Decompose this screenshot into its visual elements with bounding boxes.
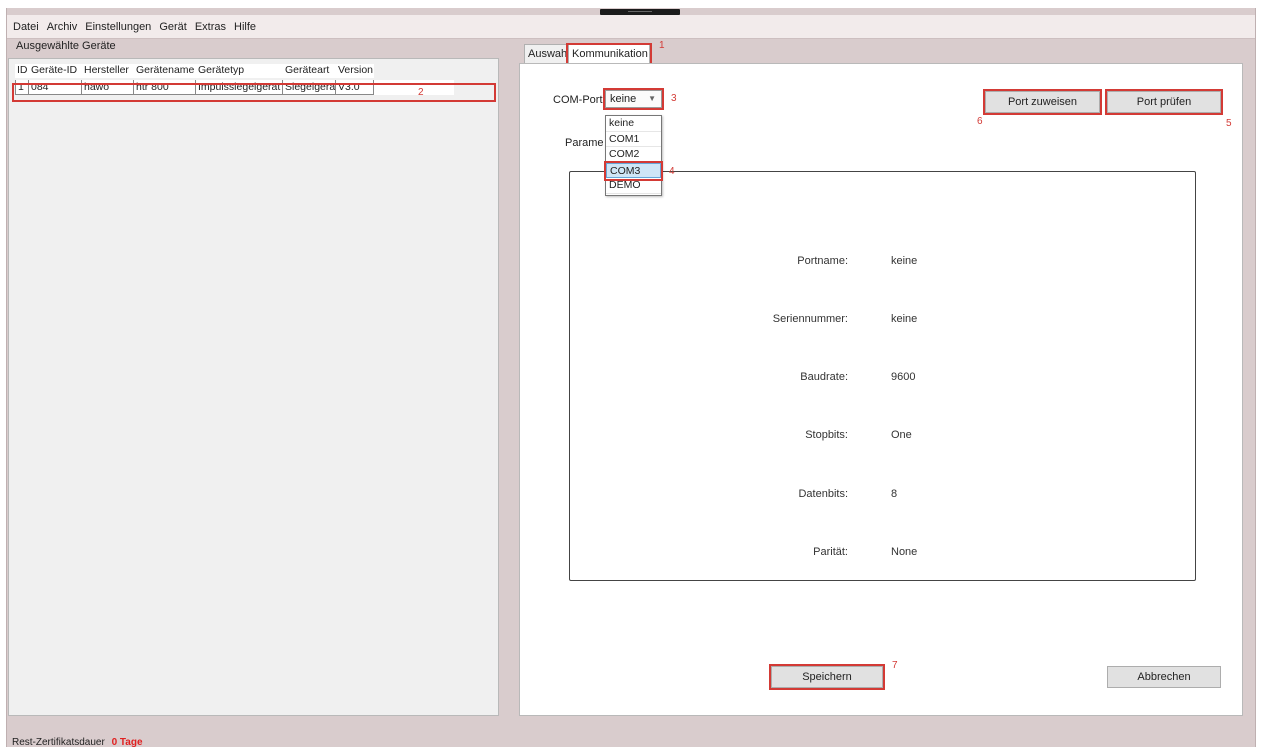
param-row: Parität: None — [570, 546, 1195, 562]
com-port-label: COM-Port — [553, 94, 603, 106]
dropdown-option-com2[interactable]: COM2 — [606, 147, 661, 163]
callout-number-2: 2 — [418, 87, 424, 98]
param-value-databits: 8 — [891, 488, 898, 500]
certificate-remaining-label: Rest-Zertifikatsdauer — [12, 737, 105, 747]
cell-version: V3.0 — [336, 80, 374, 95]
dropdown-option-com1[interactable]: COM1 — [606, 132, 661, 148]
param-value-parity: None — [891, 546, 918, 558]
param-value-serial: keine — [891, 313, 918, 325]
tab-auswahl[interactable]: Auswahl — [524, 44, 570, 64]
com-port-dropdown: keine COM1 COM2 COM3 DEMO — [605, 115, 662, 196]
callout-number-5: 5 — [1226, 118, 1232, 129]
param-value-stopbits: One — [891, 429, 912, 441]
port-check-button[interactable]: Port prüfen — [1107, 91, 1221, 113]
menu-bar: Datei Archiv Einstellungen Gerät Extras … — [7, 15, 1255, 39]
menu-geraet[interactable]: Gerät — [155, 21, 191, 33]
menu-datei[interactable]: Datei — [9, 21, 43, 33]
parameters-group: Portname: keine Seriennummer: keine Baud… — [569, 171, 1196, 581]
selected-devices-panel: ID Geräte-ID Hersteller Gerätename Gerät… — [8, 58, 499, 716]
column-header-device-kind[interactable]: Geräteart — [283, 64, 336, 78]
cell-device-name: htr 800 — [134, 80, 196, 95]
table-row[interactable]: 1 084 hawo htr 800 Impulssiegelgerät Sie… — [15, 80, 454, 95]
callout-number-4: 4 — [669, 166, 675, 177]
param-name-serial: Seriennummer: — [772, 313, 848, 325]
column-header-device-name[interactable]: Gerätename — [134, 64, 196, 78]
param-row: Stopbits: One — [570, 429, 1195, 445]
menu-einstellungen[interactable]: Einstellungen — [81, 21, 155, 33]
certificate-remaining-value: 0 Tage — [111, 737, 143, 747]
status-bar: Rest-Zertifikatsdauer 0 Tage — [12, 737, 143, 747]
menu-hilfe[interactable]: Hilfe — [230, 21, 260, 33]
dropdown-option-demo[interactable]: DEMO — [606, 178, 661, 194]
param-row: Datenbits: 8 — [570, 488, 1195, 504]
column-header-manufacturer[interactable]: Hersteller — [82, 64, 134, 78]
param-name-databits: Datenbits: — [798, 488, 848, 500]
device-table-header: ID Geräte-ID Hersteller Gerätename Gerät… — [15, 64, 374, 78]
selected-devices-title: Ausgewählte Geräte — [16, 40, 116, 52]
cell-device-kind: Siegelgerät — [283, 80, 336, 95]
cancel-button[interactable]: Abbrechen — [1107, 666, 1221, 688]
column-header-version[interactable]: Version — [336, 64, 374, 78]
callout-number-3: 3 — [671, 93, 677, 104]
param-name-portname: Portname: — [797, 255, 848, 267]
param-value-portname: keine — [891, 255, 918, 267]
callout-number-1: 1 — [659, 40, 665, 51]
dropdown-option-keine[interactable]: keine — [606, 116, 661, 132]
param-name-parity: Parität: — [813, 546, 848, 558]
column-header-id[interactable]: ID — [15, 64, 29, 78]
port-assign-button[interactable]: Port zuweisen — [985, 91, 1100, 113]
dropdown-option-com3[interactable]: COM3 — [606, 162, 661, 179]
tab-kommunikation[interactable]: Kommunikation — [568, 44, 650, 64]
save-button[interactable]: Speichern — [771, 666, 883, 688]
cell-manufacturer: hawo — [82, 80, 134, 95]
column-header-device-type[interactable]: Gerätetyp — [196, 64, 283, 78]
cell-device-id: 084 — [29, 80, 82, 95]
menu-extras[interactable]: Extras — [191, 21, 230, 33]
menu-archiv[interactable]: Archiv — [43, 21, 82, 33]
cell-device-type: Impulssiegelgerät — [196, 80, 283, 95]
param-row: Baudrate: 9600 — [570, 371, 1195, 387]
cell-id: 1 — [15, 80, 29, 95]
param-row: Seriennummer: keine — [570, 313, 1195, 329]
com-port-select[interactable]: keine ▼ — [605, 90, 662, 108]
param-value-baudrate: 9600 — [891, 371, 916, 383]
parameters-label: Parame — [565, 137, 604, 149]
column-header-device-id[interactable]: Geräte-ID — [29, 64, 82, 78]
param-name-baudrate: Baudrate: — [800, 371, 848, 383]
param-name-stopbits: Stopbits: — [805, 429, 848, 441]
callout-number-6: 6 — [977, 116, 983, 127]
param-row: Portname: keine — [570, 255, 1195, 271]
com-port-value: keine — [610, 93, 637, 105]
chevron-down-icon: ▼ — [648, 94, 656, 103]
callout-number-7: 7 — [892, 660, 898, 671]
